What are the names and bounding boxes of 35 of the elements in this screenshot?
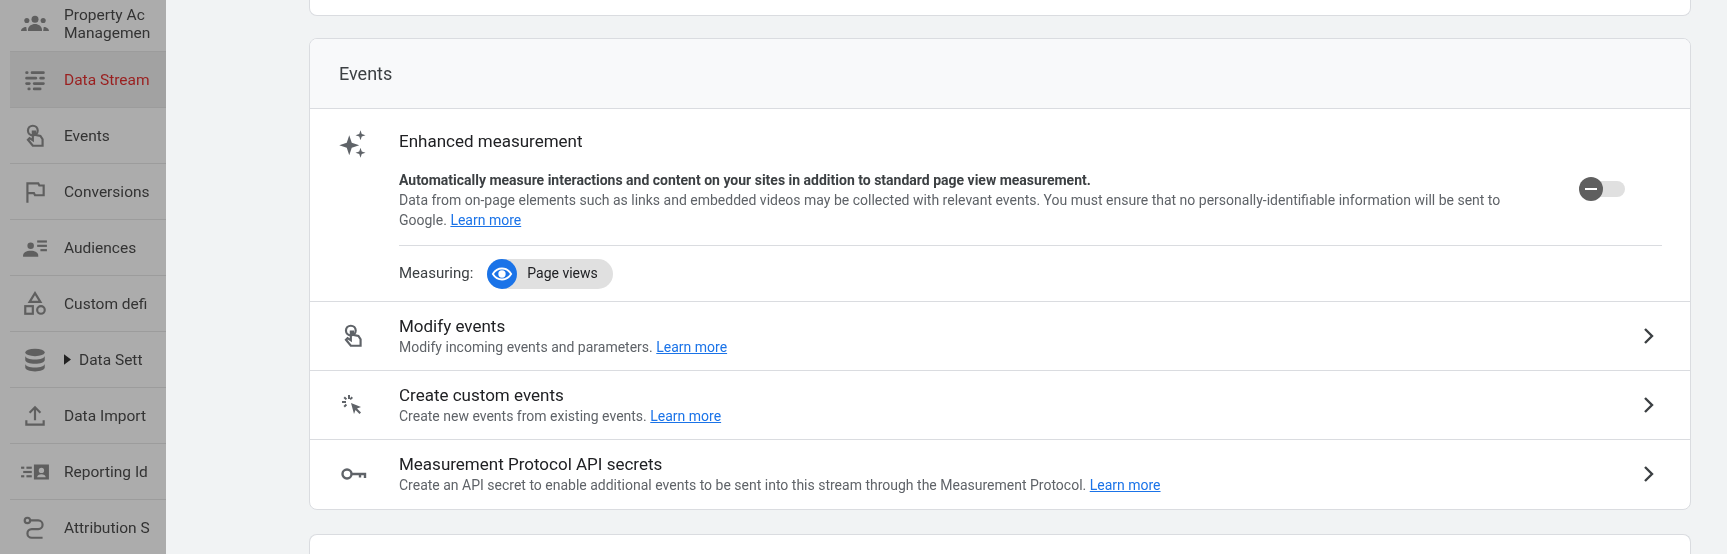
row-description: Modify incoming events and parameters. Learn more [399,337,729,357]
learn-more-link[interactable]: Learn more [450,211,522,228]
row-title: Create custom events [399,383,565,406]
learn-more-link[interactable]: Learn more [650,407,722,424]
summary-text: Automatically measure interactions and content on your sites in addition to standard page view measurement. [399,170,1092,190]
settings-row[interactable]: Measurement Protocol API secrets Create an API secret to enable additional events to be sent into this stream through the Measurement Protocol. Learn more [310,439,1690,509]
description-text: Data from on-page elements such as links and embedded videos may be collected with relevant events. You must ensure that no personally-identifiable information will be sent to Google. Learn more [399,190,1502,230]
measurement-chip: Page views [487,258,613,289]
card-title: Events [339,62,393,86]
row-title: Measurement Protocol API secrets [399,453,664,475]
section-title: Enhanced measurement [399,130,584,153]
settings-row[interactable]: Modify events Modify incoming events and parameters. Learn more [310,301,1690,371]
sidebar-label: Conversions [64,182,150,201]
row-description: Create an API secret to enable additional events to be sent into this stream through the Measurement Protocol. Learn more [399,476,1162,495]
row-description: Create new events from existing events. Learn more [399,406,723,426]
sparkle-icon [338,129,368,159]
settings-row[interactable]: Create custom events Create new events from existing events. Learn more [310,370,1690,440]
database-icon [22,346,48,373]
sidebar-label: Property Ac Managemen [64,5,151,42]
learn-more-link[interactable]: Learn more [1089,477,1161,493]
learn-more-link[interactable]: Learn more [656,338,728,355]
sidebar-label: Data Sett [79,350,143,369]
sidebar-label: Custom defi [64,294,148,313]
sidebar-label: Audiences [64,238,137,257]
sidebar-label: Attribution S [64,518,150,537]
cursor-click-icon [340,392,364,417]
measuring-label: Measuring: [399,263,474,285]
toggle-switch[interactable] [1579,176,1625,201]
sidebar-label: Events [64,126,110,145]
row-title: Modify events [399,314,507,337]
shapes-icon [22,290,48,317]
sidebar-label: Data Import [64,406,146,425]
sidebar-item[interactable]: Data Stream [10,52,166,108]
sidebar-label: Data Stream [64,70,150,89]
sidebar-label: Reporting Id [64,462,148,481]
